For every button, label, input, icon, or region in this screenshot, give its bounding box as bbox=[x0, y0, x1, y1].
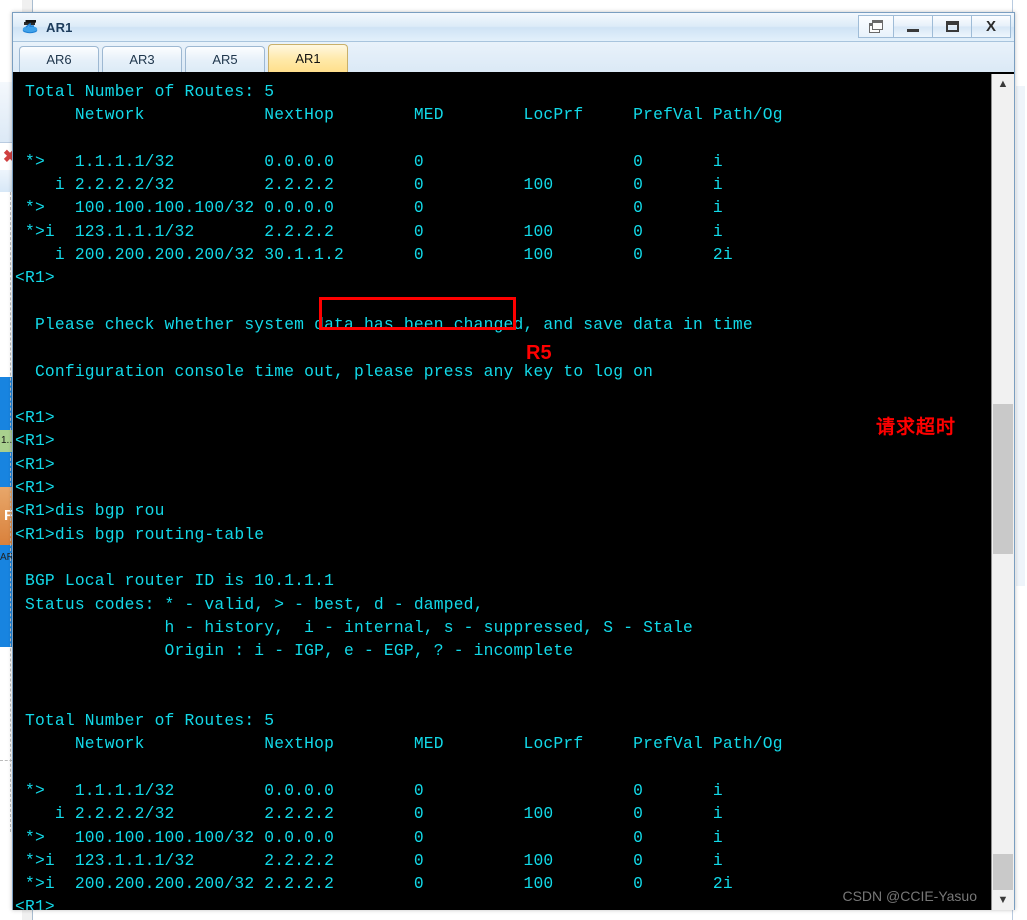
watermark: CSDN @CCIE-Yasuo bbox=[842, 888, 977, 904]
background-guide-vertical bbox=[10, 192, 11, 832]
window-controls: X bbox=[858, 15, 1011, 38]
terminal-window: AR1 X AR6 AR3 AR5 AR1 Total Number of Ro… bbox=[12, 12, 1015, 910]
annotation-label-r5: R5 bbox=[526, 342, 552, 364]
window-title: AR1 bbox=[46, 19, 73, 35]
minimize-button[interactable] bbox=[893, 15, 933, 38]
scroll-up-icon[interactable]: ▲ bbox=[992, 74, 1014, 94]
tab-ar6[interactable]: AR6 bbox=[19, 46, 99, 72]
restore-down-button[interactable] bbox=[858, 15, 894, 38]
terminal-text: Total Number of Routes: 5 Network NextHo… bbox=[15, 82, 783, 910]
window-titlebar[interactable]: AR1 X bbox=[13, 13, 1014, 42]
scrollbar-track-lower[interactable] bbox=[993, 854, 1013, 890]
minimize-icon bbox=[907, 29, 919, 32]
scroll-down-icon[interactable]: ▼ bbox=[992, 890, 1014, 910]
tab-ar3[interactable]: AR3 bbox=[102, 46, 182, 72]
terminal-area: Total Number of Routes: 5 Network NextHo… bbox=[13, 74, 1014, 910]
close-icon: X bbox=[985, 18, 996, 35]
terminal-scrollbar[interactable]: ▲ ▼ bbox=[991, 74, 1014, 910]
close-button[interactable]: X bbox=[971, 15, 1011, 38]
terminal-output[interactable]: Total Number of Routes: 5 Network NextHo… bbox=[13, 74, 991, 910]
router-icon bbox=[21, 18, 39, 36]
maximize-icon bbox=[945, 21, 959, 32]
scrollbar-thumb[interactable] bbox=[993, 404, 1013, 554]
restore-down-icon bbox=[868, 19, 884, 34]
annotation-timeout-note: 请求超时 bbox=[876, 416, 957, 438]
background-right-inner bbox=[1016, 86, 1025, 586]
maximize-button[interactable] bbox=[932, 15, 972, 38]
tab-strip: AR6 AR3 AR5 AR1 bbox=[13, 42, 1014, 74]
tab-ar1[interactable]: AR1 bbox=[268, 44, 348, 72]
tab-ar5[interactable]: AR5 bbox=[185, 46, 265, 72]
